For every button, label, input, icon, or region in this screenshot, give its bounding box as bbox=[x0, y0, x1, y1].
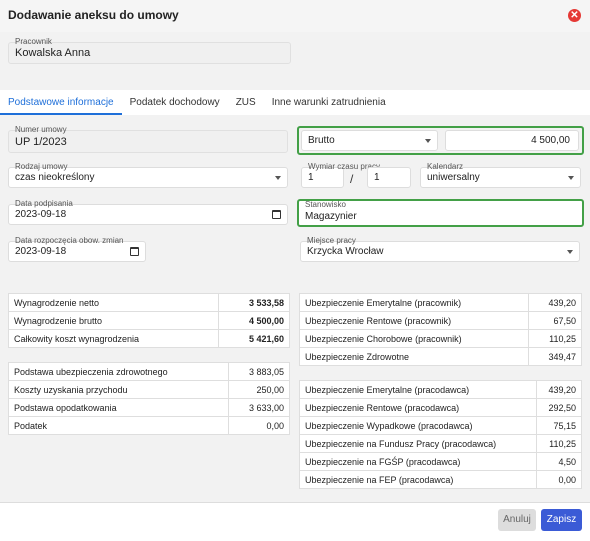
summary-table-employer-insurance: Ubezpieczenie Emerytalne (pracodawca) 439… bbox=[299, 380, 583, 489]
cancel-button[interactable]: Anuluj bbox=[498, 509, 536, 531]
table-row: Ubezpieczenie na FEP (pracodawca) 0,00 bbox=[299, 470, 583, 489]
table-row: Ubezpieczenie Rentowe (pracodawca) 292,50 bbox=[299, 398, 583, 417]
table-row: Ubezpieczenie Zdrowotne 349,47 bbox=[298, 347, 582, 366]
table-row: Wynagrodzenie brutto 4 500,00 bbox=[8, 311, 291, 330]
row-value: 3 883,05 bbox=[227, 362, 291, 381]
row-value: 3 633,00 bbox=[227, 398, 291, 417]
row-value: 0,00 bbox=[227, 416, 291, 435]
employee-field: Pracownik Kowalska Anna bbox=[8, 37, 291, 64]
contract-kind-value: czas nieokreślony bbox=[15, 172, 95, 183]
tab-other-conditions[interactable]: Inne warunki zatrudnienia bbox=[264, 90, 394, 115]
table-row: Ubezpieczenie Emerytalne (pracownik) 439,… bbox=[298, 293, 582, 312]
table-row: Podstawa ubezpieczenia zdrowotnego 3 883,… bbox=[8, 362, 291, 381]
calendar-select[interactable]: Kalendarz uniwersalny bbox=[420, 162, 581, 188]
table-row: Ubezpieczenie na FGŚP (pracodawca) 4,50 bbox=[299, 452, 583, 471]
workplace-select[interactable]: Miejsce pracy Krzycka Wrocław bbox=[300, 236, 580, 262]
row-value: 110,25 bbox=[535, 434, 583, 453]
table-row: Ubezpieczenie Rentowe (pracownik) 67,50 bbox=[298, 311, 582, 330]
row-label: Ubezpieczenie Emerytalne (pracodawca) bbox=[299, 380, 537, 399]
dialog-title: Dodawanie aneksu do umowy bbox=[8, 8, 179, 22]
row-value: 439,20 bbox=[535, 380, 583, 399]
row-label: Ubezpieczenie Emerytalne (pracownik) bbox=[298, 293, 530, 312]
chevron-down-icon bbox=[275, 175, 281, 180]
row-label: Ubezpieczenie Wypadkowe (pracodawca) bbox=[299, 416, 537, 435]
save-button[interactable]: Zapisz bbox=[541, 509, 582, 531]
contract-kind-select[interactable]: Rodzaj umowy czas nieokreślony bbox=[8, 162, 288, 188]
row-label: Wynagrodzenie brutto bbox=[8, 311, 219, 330]
row-value: 250,00 bbox=[227, 380, 291, 399]
work-time-numerator-value: 1 bbox=[308, 172, 314, 183]
table-row: Koszty uzyskania przychodu 250,00 bbox=[8, 380, 291, 399]
position-input[interactable]: Stanowisko Magazynier bbox=[297, 199, 584, 227]
summary-table-tax: Podstawa ubezpieczenia zdrowotnego 3 883,… bbox=[8, 362, 291, 435]
summary-table-net: Wynagrodzenie netto 3 533,58 Wynagrodzeni… bbox=[8, 293, 291, 348]
salary-amount-value: 4 500,00 bbox=[531, 135, 570, 146]
summary-table-employee-insurance: Ubezpieczenie Emerytalne (pracownik) 439,… bbox=[298, 293, 582, 366]
row-label: Ubezpieczenie Zdrowotne bbox=[298, 347, 530, 366]
salary-type-select[interactable]: Brutto bbox=[301, 130, 438, 151]
start-date-input[interactable]: Data rozpoczęcia obow. zmian 2023-09-18 bbox=[8, 236, 146, 262]
table-row: Podstawa opodatkowania 3 633,00 bbox=[8, 398, 291, 417]
calendar-value: uniwersalny bbox=[427, 172, 480, 183]
salary-type-value: Brutto bbox=[308, 135, 335, 146]
row-value: 3 533,58 bbox=[217, 293, 291, 312]
work-time-numerator-input[interactable]: Wymiar czasu pracy 1 bbox=[301, 162, 380, 188]
row-label: Wynagrodzenie netto bbox=[8, 293, 219, 312]
table-row: Wynagrodzenie netto 3 533,58 bbox=[8, 293, 291, 312]
row-label: Ubezpieczenie Chorobowe (pracownik) bbox=[298, 329, 530, 348]
row-label: Podstawa opodatkowania bbox=[8, 398, 229, 417]
row-value: 292,50 bbox=[535, 398, 583, 417]
table-row: Ubezpieczenie Wypadkowe (pracodawca) 75,1… bbox=[299, 416, 583, 435]
table-row: Całkowity koszt wynagrodzenia 5 421,60 bbox=[8, 329, 291, 348]
sign-date-input[interactable]: Data podpisania 2023-09-18 bbox=[8, 199, 288, 225]
close-icon[interactable]: ✕ bbox=[568, 9, 581, 22]
row-label: Ubezpieczenie na FGŚP (pracodawca) bbox=[299, 452, 537, 471]
workplace-value: Krzycka Wrocław bbox=[307, 246, 384, 257]
row-value: 75,15 bbox=[535, 416, 583, 435]
row-label: Ubezpieczenie na FEP (pracodawca) bbox=[299, 470, 537, 489]
row-value: 0,00 bbox=[535, 470, 583, 489]
row-value: 67,50 bbox=[528, 311, 582, 330]
row-value: 4,50 bbox=[535, 452, 583, 471]
row-label: Całkowity koszt wynagrodzenia bbox=[8, 329, 219, 348]
row-value: 4 500,00 bbox=[217, 311, 291, 330]
position-value: Magazynier bbox=[305, 210, 357, 222]
calendar-icon[interactable] bbox=[130, 246, 139, 256]
row-label: Ubezpieczenie Rentowe (pracownik) bbox=[298, 311, 530, 330]
chevron-down-icon bbox=[425, 138, 431, 143]
calendar-icon[interactable] bbox=[272, 209, 281, 219]
work-time-denominator-input[interactable]: 1 bbox=[367, 167, 411, 188]
tab-zus[interactable]: ZUS bbox=[228, 90, 264, 115]
sign-date-value: 2023-09-18 bbox=[15, 209, 67, 220]
row-value: 349,47 bbox=[528, 347, 582, 366]
contract-number-field: Numer umowy UP 1/2023 bbox=[8, 125, 288, 153]
row-value: 110,25 bbox=[528, 329, 582, 348]
row-label: Koszty uzyskania przychodu bbox=[8, 380, 229, 399]
chevron-down-icon bbox=[568, 175, 574, 180]
chevron-down-icon bbox=[567, 249, 573, 254]
table-row: Ubezpieczenie Emerytalne (pracodawca) 439… bbox=[299, 380, 583, 399]
tab-income-tax[interactable]: Podatek dochodowy bbox=[122, 90, 228, 115]
row-label: Ubezpieczenie na Fundusz Pracy (pracodaw… bbox=[299, 434, 537, 453]
contract-number-value: UP 1/2023 bbox=[15, 135, 67, 148]
row-value: 439,20 bbox=[528, 293, 582, 312]
row-label: Podstawa ubezpieczenia zdrowotnego bbox=[8, 362, 229, 381]
row-label: Podatek bbox=[8, 416, 229, 435]
employee-value: Kowalska Anna bbox=[15, 47, 91, 59]
salary-amount-input[interactable]: 4 500,00 bbox=[445, 130, 579, 151]
work-time-separator: / bbox=[350, 172, 354, 186]
tab-basic-info[interactable]: Podstawowe informacje bbox=[0, 90, 122, 115]
table-row: Ubezpieczenie Chorobowe (pracownik) 110,2… bbox=[298, 329, 582, 348]
table-row: Podatek 0,00 bbox=[8, 416, 291, 435]
table-row: Ubezpieczenie na Fundusz Pracy (pracodaw… bbox=[299, 434, 583, 453]
start-date-value: 2023-09-18 bbox=[15, 246, 67, 257]
footer-divider bbox=[0, 502, 590, 503]
tabs: Podstawowe informacje Podatek dochodowy … bbox=[0, 90, 394, 115]
work-time-denominator-value: 1 bbox=[374, 172, 380, 183]
row-label: Ubezpieczenie Rentowe (pracodawca) bbox=[299, 398, 537, 417]
row-value: 5 421,60 bbox=[217, 329, 291, 348]
